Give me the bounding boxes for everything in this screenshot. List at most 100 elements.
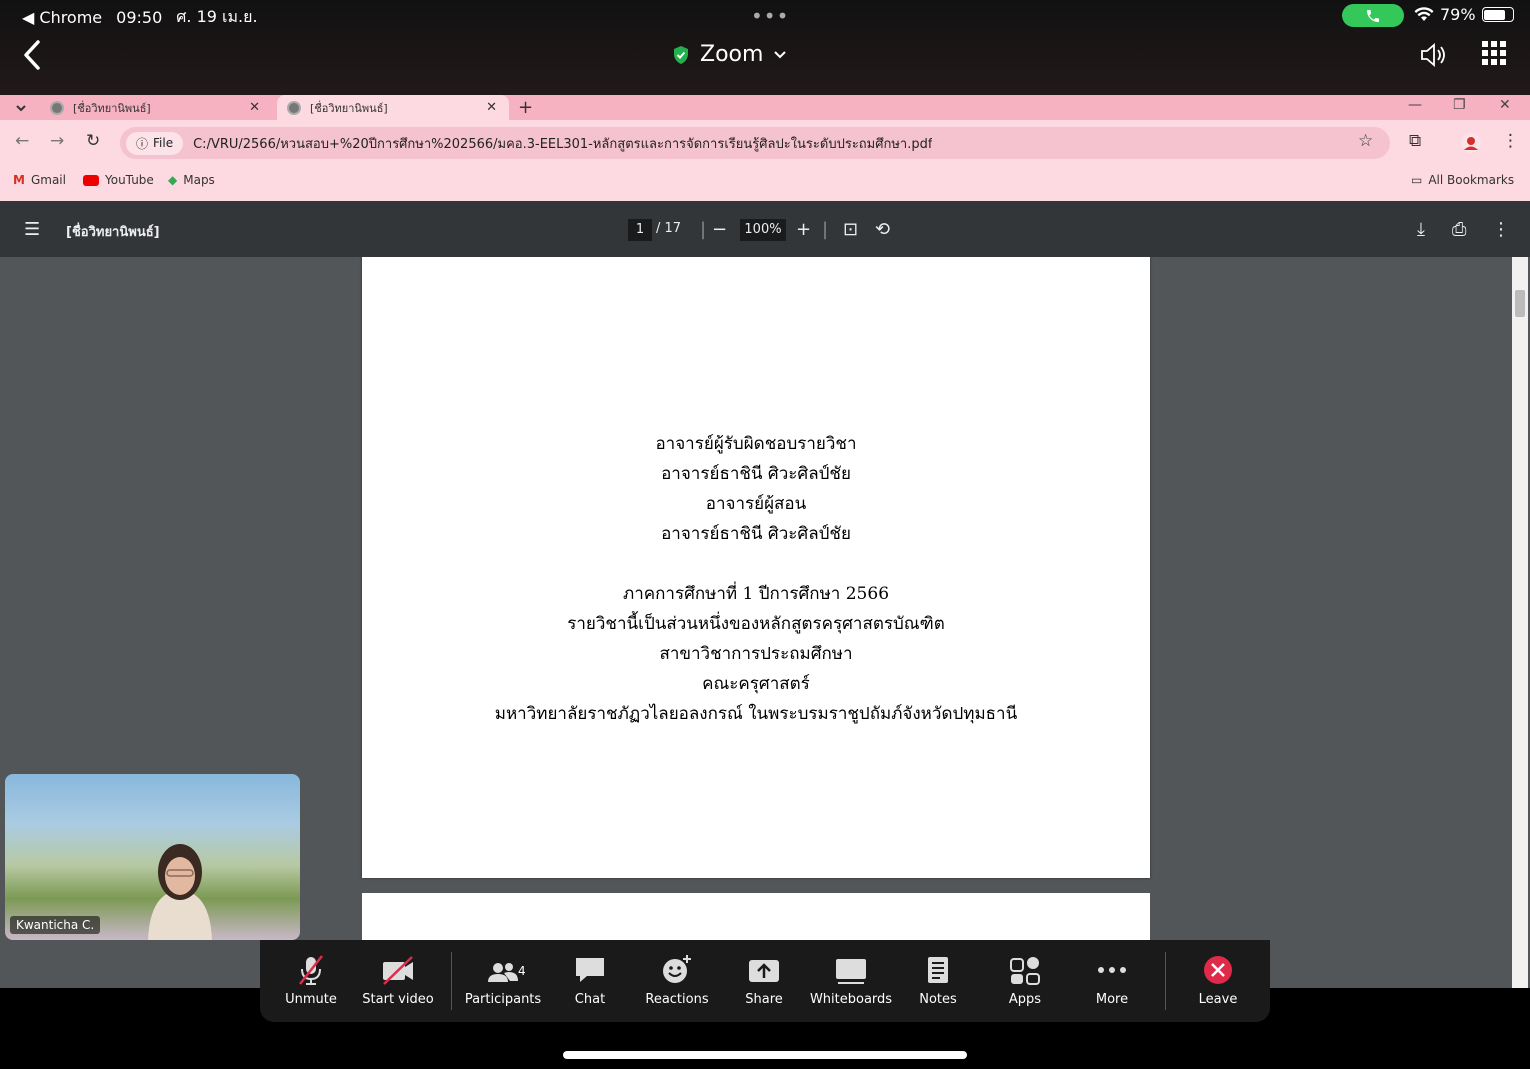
youtube-icon	[83, 174, 99, 186]
hamburger-menu-icon[interactable]: ☰	[24, 219, 40, 240]
reload-icon[interactable]: ↻	[86, 131, 100, 151]
share-button[interactable]: Share	[719, 954, 809, 1007]
zoom-level-input[interactable]: 100%	[740, 219, 786, 241]
page-total: / 17	[656, 221, 682, 236]
globe-icon	[50, 100, 64, 115]
chat-button[interactable]: Chat	[545, 954, 635, 1007]
url-text: C:/VRU/2566/หวนสอบ+%20ปีการศึกษา%202566/…	[193, 136, 933, 152]
address-bar[interactable]: ⓘ File C:/VRU/2566/หวนสอบ+%20ปีการศึกษา%…	[120, 127, 1390, 159]
leave-button[interactable]: Leave	[1173, 954, 1263, 1007]
leave-label: Leave	[1198, 992, 1238, 1007]
pdf-toolbar: ☰ [ชื่อวิทยานิพนธ์] 1 / 17 | − 100% + | …	[0, 201, 1530, 257]
bookmark-youtube[interactable]: YouTube	[83, 173, 154, 187]
notes-button[interactable]: Notes	[893, 954, 983, 1007]
bookmark-youtube-label: YouTube	[105, 173, 154, 187]
close-tab-icon[interactable]: ✕	[249, 100, 260, 115]
notes-icon	[928, 957, 948, 983]
muted-mic-icon	[299, 955, 323, 985]
pdf-line: อาจารย์ธาชินี ศิวะศิลป์ชัย	[661, 464, 851, 484]
tab-2[interactable]: [ชื่อวิทยานิพนธ์] ✕	[277, 95, 509, 120]
start-video-label: Start video	[362, 992, 434, 1007]
unmute-button[interactable]: Unmute	[266, 954, 356, 1007]
share-label: Share	[745, 992, 783, 1007]
fit-page-icon[interactable]: ⊡	[843, 219, 858, 240]
site-info-chip[interactable]: ⓘ File	[126, 131, 184, 155]
pdf-page-1: อาจารย์ผู้รับผิดชอบรายวิชา อาจารย์ธาชินี…	[362, 257, 1150, 878]
wifi-icon	[1414, 7, 1434, 21]
pdf-page-text: อาจารย์ผู้รับผิดชอบรายวิชา อาจารย์ธาชินี…	[362, 429, 1150, 729]
apps-label: Apps	[1008, 992, 1042, 1007]
home-indicator[interactable]	[563, 1051, 967, 1059]
whiteboard-icon	[836, 959, 866, 984]
extensions-icon[interactable]: ⧉	[1409, 131, 1421, 151]
back-to-app-link[interactable]: ◀ Chrome	[22, 8, 102, 27]
pdf-line: มหาวิทยาลัยราชภัฏวไลยอลงกรณ์ ในพระบรมราช…	[494, 704, 1018, 724]
more-options-icon[interactable]: ⋮	[1492, 219, 1510, 240]
bookmark-maps[interactable]: ◆ Maps	[168, 173, 215, 187]
scrollbar-thumb[interactable]	[1515, 290, 1525, 317]
unmute-label: Unmute	[285, 992, 337, 1007]
zoom-in-icon[interactable]: +	[796, 219, 811, 240]
status-date: ศ. 19 เม.ย.	[176, 7, 258, 26]
tab-search-button[interactable]	[6, 95, 36, 120]
forward-icon[interactable]: →	[50, 131, 64, 151]
tab-1[interactable]: [ชื่อวิทยานิพนธ์] ✕	[40, 95, 272, 120]
browser-window: [ชื่อวิทยานิพนธ์] ✕ [ชื่อวิทยานิพนธ์] ✕ …	[0, 95, 1530, 201]
more-label: More	[1095, 992, 1129, 1007]
page-number-input[interactable]: 1	[628, 219, 652, 241]
status-bar-left: ◀ Chrome 09:50 ศ. 19 เม.ย.	[22, 5, 258, 30]
rotate-icon[interactable]: ⟲	[875, 219, 890, 240]
print-icon[interactable]: ⎙	[1452, 219, 1466, 240]
pdf-scrollbar[interactable]	[1512, 257, 1528, 988]
zoom-header: ◀ Chrome 09:50 ศ. 19 เม.ย. ••• 79% Zoom	[0, 0, 1530, 95]
toolbar-divider: |	[822, 219, 829, 240]
restore-icon[interactable]: ❐	[1453, 97, 1466, 113]
participants-label: Participants	[464, 992, 542, 1007]
start-video-button[interactable]: Start video	[353, 954, 443, 1007]
participants-icon	[488, 963, 518, 982]
meeting-controls: Unmute Start video 4 Participants Chat R…	[260, 940, 1270, 1022]
multitasking-dots-icon[interactable]: •••	[751, 4, 789, 28]
speaker-icon[interactable]	[1418, 40, 1448, 70]
pdf-line: สาขาวิชาการประถมศึกษา	[659, 644, 853, 664]
browser-menu-icon[interactable]: ⋮	[1502, 131, 1519, 151]
grid-menu-icon[interactable]	[1481, 40, 1507, 66]
close-window-icon[interactable]: ✕	[1499, 97, 1511, 113]
reactions-button[interactable]: Reactions	[632, 954, 722, 1007]
apps-button[interactable]: Apps	[980, 954, 1070, 1007]
all-bookmarks-label: All Bookmarks	[1428, 173, 1515, 187]
bookmark-gmail-label: Gmail	[30, 173, 66, 187]
zoom-out-icon[interactable]: −	[712, 219, 727, 240]
pdf-line: คณะครุศาสตร์	[702, 674, 810, 694]
bookmark-maps-label: Maps	[183, 173, 215, 187]
smiley-plus-icon	[663, 955, 691, 983]
more-dots-icon	[1098, 967, 1126, 973]
whiteboards-button[interactable]: Whiteboards	[806, 954, 896, 1007]
pdf-title: [ชื่อวิทยานิพนธ์]	[66, 225, 160, 240]
more-button[interactable]: More	[1067, 954, 1157, 1007]
minimize-icon[interactable]: —	[1408, 97, 1422, 113]
bookmark-star-icon[interactable]: ☆	[1358, 131, 1373, 151]
participant-name: Kwanticha C.	[10, 916, 101, 934]
chat-label: Chat	[574, 992, 606, 1007]
toolbar-divider	[1165, 952, 1166, 1010]
participant-video-tile[interactable]: Kwanticha C.	[5, 774, 300, 940]
pdf-line: อาจารย์ธาชินี ศิวะศิลป์ชัย	[661, 524, 851, 544]
download-icon[interactable]: ⤓	[1417, 219, 1425, 240]
meeting-title-button[interactable]: Zoom	[672, 42, 787, 67]
participants-button[interactable]: 4 Participants	[458, 954, 548, 1007]
back-chevron-icon[interactable]	[18, 38, 48, 72]
chat-icon	[576, 958, 604, 982]
file-chip-label: File	[153, 136, 174, 150]
all-bookmarks-button[interactable]: ▭ All Bookmarks	[1411, 173, 1514, 187]
call-indicator[interactable]	[1342, 4, 1404, 27]
meeting-title: Zoom	[700, 42, 764, 67]
leave-x-icon	[1204, 956, 1232, 984]
battery-percent: 79%	[1440, 5, 1476, 24]
profile-avatar-icon[interactable]	[1461, 133, 1481, 153]
bookmark-gmail[interactable]: M Gmail	[13, 173, 66, 187]
new-tab-button[interactable]: +	[518, 95, 533, 120]
back-icon[interactable]: ←	[15, 131, 29, 151]
close-tab-icon[interactable]: ✕	[486, 100, 497, 115]
tab-2-label: [ชื่อวิทยานิพนธ์]	[310, 101, 388, 115]
